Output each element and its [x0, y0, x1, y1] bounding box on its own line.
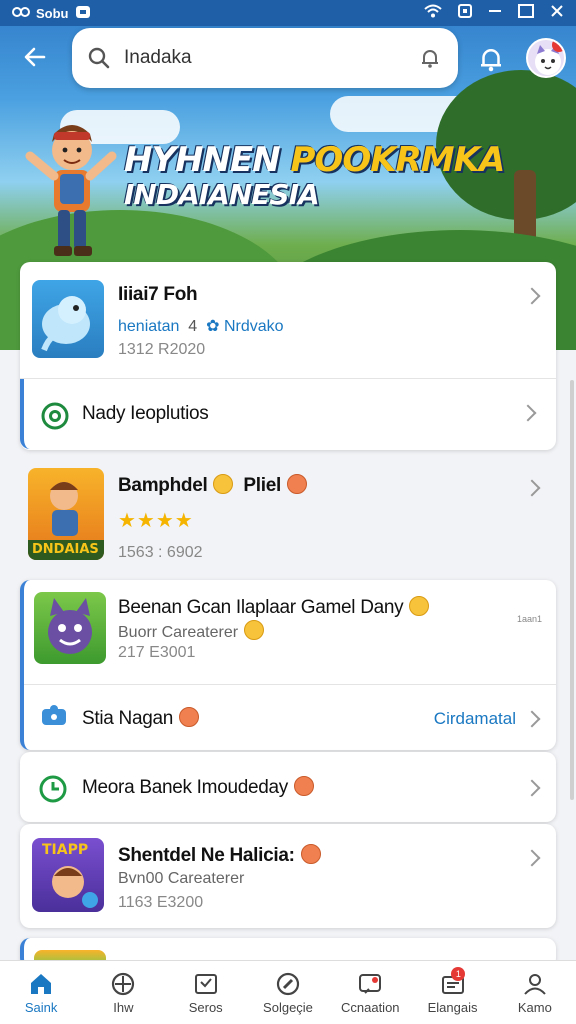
chevron-right-icon: [523, 710, 541, 728]
radio-icon: [40, 401, 70, 436]
back-button[interactable]: [18, 44, 52, 78]
app-logo-icon: [12, 5, 30, 22]
banner-line1-gold: POOKRMKA: [290, 140, 506, 180]
item-subtitle: Bvn00 Careaterer: [118, 870, 245, 887]
close-icon[interactable]: [550, 4, 564, 22]
item-title: Iiiai7 Foh: [118, 284, 198, 305]
face-emoji-icon: [179, 707, 200, 727]
action-link[interactable]: Cirdamatal: [434, 709, 516, 729]
notification-icon: [75, 5, 91, 22]
home-icon: [31, 973, 52, 994]
inbox-icon: [194, 973, 217, 994]
bell-icon: [481, 49, 501, 72]
thumb-caption: TIAPP: [42, 842, 89, 858]
chevron-right-icon: [523, 287, 541, 305]
chevron-right-icon: [523, 479, 541, 497]
rating-stars: ★★★★: [118, 510, 194, 532]
item-title: Bamphdel Pliel: [118, 474, 307, 497]
list-item[interactable]: Nady Ieoplutios: [20, 379, 552, 449]
search-icon: [88, 47, 110, 69]
item-side-label: 1aan1: [516, 614, 542, 624]
item-meta: 1163 E3200: [118, 894, 204, 911]
nav-label: Kamo: [517, 999, 552, 1015]
game-thumbnail: TIAPP: [32, 838, 104, 912]
item-title: Shentdel Ne Halicia:: [118, 844, 321, 867]
bell-outline-icon[interactable]: [418, 46, 442, 75]
badge-icon: ✿: [206, 318, 220, 335]
thumb-caption: DNDAIAS: [32, 542, 99, 557]
nav-label: Ihw: [113, 999, 134, 1015]
arrow-left-icon: [24, 47, 46, 67]
status-text: Sobu: [36, 5, 69, 21]
item-meta: 1563 : 6902: [118, 544, 203, 561]
nav-item-home[interactable]: Saink: [0, 961, 82, 1024]
list-item[interactable]: Iiiai7 Foh heniatan 4 ✿ Nrdvako 1312 R20…: [20, 262, 556, 378]
smile-emoji-icon: [213, 474, 234, 494]
chevron-right-icon: [519, 404, 537, 422]
minimize-icon[interactable]: [488, 4, 502, 22]
search-input[interactable]: [124, 47, 384, 69]
nav-item-games[interactable]: Ihw: [82, 961, 164, 1024]
card-game: Beenan Gcan Ilaplaar Gamel Dany Buorr Ca…: [20, 580, 556, 750]
nav-item-chat[interactable]: Ccnaation: [329, 961, 411, 1024]
timer-icon: [38, 774, 68, 809]
bottom-nav: Saink Ihw Seros Solgeçie Ccnaation 1 Ela…: [0, 960, 576, 1024]
avatar[interactable]: [526, 38, 566, 78]
notifications-button[interactable]: [476, 44, 510, 78]
list-item[interactable]: DNDAIAS Bamphdel Pliel ★★★★ 1563 : 6902: [20, 462, 556, 568]
item-title: Nady Ieoplutios: [82, 403, 209, 424]
face-emoji-icon: [294, 776, 314, 796]
list-item[interactable]: Stia Nagan Cirdamatal: [24, 685, 556, 749]
top-bar: [0, 28, 576, 92]
face-emoji-icon: [300, 844, 321, 864]
search-box[interactable]: [72, 28, 458, 88]
compass-icon: [276, 972, 300, 995]
item-title: Meora Banek Imoudeday: [82, 776, 314, 799]
sticker-emoji-icon: [244, 620, 265, 640]
item-subtitle: Buorr Careaterer: [118, 620, 265, 642]
item-subtitle: heniatan 4 ✿ Nrdvako: [118, 318, 284, 335]
puzzle-icon: [38, 703, 70, 736]
list-item[interactable]: TIAPP Shentdel Ne Halicia: Bvn00 Careate…: [20, 824, 556, 928]
item-meta: 1312 R2020: [118, 341, 206, 358]
smile-emoji-icon: [409, 596, 430, 616]
nav-item-inbox[interactable]: Seros: [165, 961, 247, 1024]
nav-item-alerts[interactable]: 1 Elangais: [411, 961, 493, 1024]
item-meta: 217 E3001: [118, 644, 196, 661]
banner-line1-white: HYHNEN: [124, 140, 291, 180]
wifi-icon: [424, 4, 442, 22]
nav-label: Solgeçie: [263, 999, 313, 1015]
face-emoji-icon: [287, 474, 307, 494]
nav-label: Elangais: [427, 999, 478, 1015]
maximize-icon[interactable]: [518, 4, 534, 22]
list-item[interactable]: Meora Banek Imoudeday: [20, 752, 556, 822]
chevron-right-icon: [523, 849, 541, 867]
avatar-badge: [552, 40, 564, 52]
game-thumbnail: [34, 592, 106, 664]
nav-label: Saink: [24, 999, 58, 1015]
status-bar: Sobu: [0, 0, 576, 26]
banner-title: HYHNEN POOKRMKA INDAIANESIA: [124, 140, 544, 211]
nav-label: Seros: [188, 999, 223, 1015]
gamepad-icon: [112, 972, 135, 995]
profile-icon: [524, 973, 546, 995]
list-item[interactable]: Beenan Gcan Ilaplaar Gamel Dany Buorr Ca…: [24, 580, 556, 684]
item-title: Stia Nagan: [82, 707, 200, 730]
nav-label: Ccnaation: [340, 999, 400, 1015]
chevron-right-icon: [523, 779, 541, 797]
card-featured: Iiiai7 Foh heniatan 4 ✿ Nrdvako 1312 R20…: [20, 262, 556, 450]
chat-icon: [359, 973, 382, 994]
item-title: Beenan Gcan Ilaplaar Gamel Dany: [118, 596, 430, 619]
game-thumbnail: DNDAIAS: [28, 468, 104, 560]
banner-line2: INDAIANESIA: [124, 178, 320, 211]
nav-item-profile[interactable]: Kamo: [494, 961, 576, 1024]
square-icon: [458, 4, 472, 22]
scrollbar[interactable]: [570, 380, 574, 800]
app-thumbnail: [32, 280, 104, 358]
hero-character-image: [24, 116, 120, 262]
nav-item-explore[interactable]: Solgeçie: [247, 961, 329, 1024]
